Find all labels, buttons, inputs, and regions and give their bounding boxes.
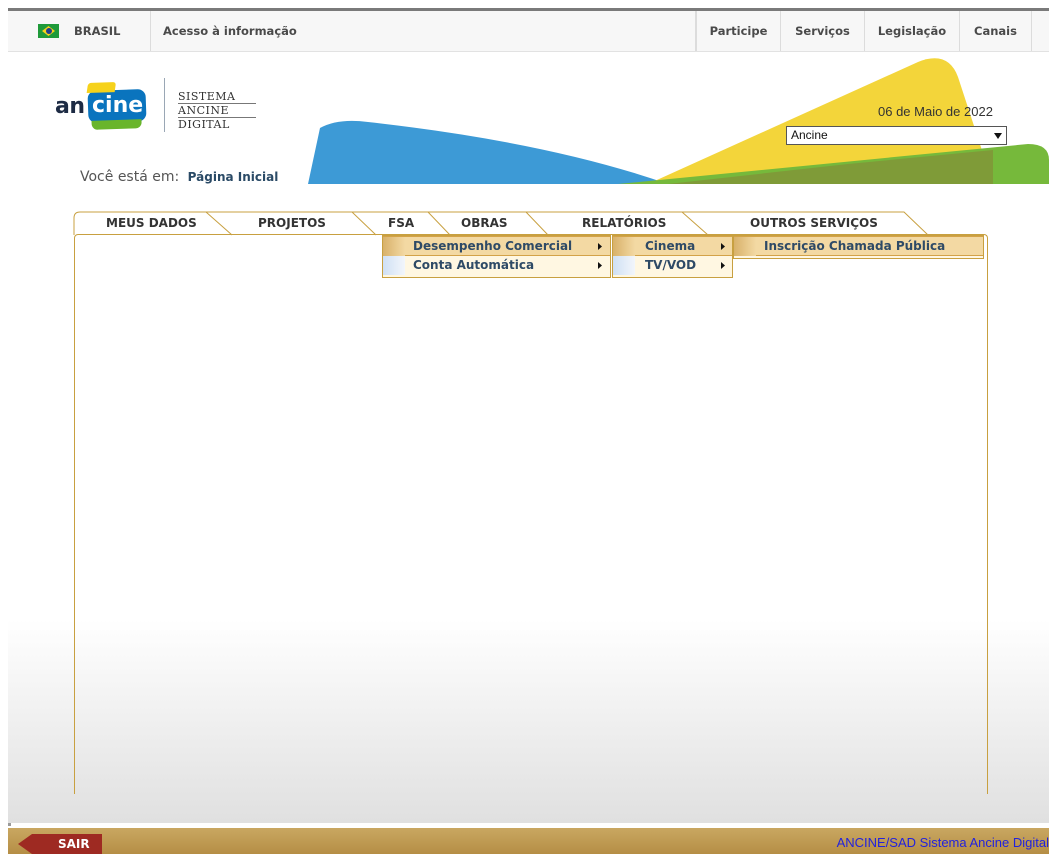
- menu-item-tv-vod[interactable]: TV/VOD: [613, 256, 732, 276]
- header: an cine SISTEMA ANCINE DIGITAL 06 de Mai…: [8, 52, 1049, 187]
- cinema-submenu: Inscrição Chamada Pública: [733, 235, 984, 259]
- canais-link[interactable]: Canais: [960, 11, 1032, 51]
- chevron-right-icon: [598, 262, 602, 269]
- menu-item-inscricao-chamada-publica[interactable]: Inscrição Chamada Pública: [734, 236, 983, 256]
- chevron-right-icon: [598, 243, 602, 250]
- breadcrumb: Você está em: Página Inicial: [80, 169, 278, 185]
- footer: SAIR ANCINE/SAD Sistema Ancine Digital: [8, 828, 1049, 854]
- header-blue-shape: [308, 120, 668, 184]
- participe-link[interactable]: Participe: [696, 11, 781, 51]
- logo-divider: [164, 78, 165, 132]
- ancine-logo[interactable]: an cine: [45, 76, 155, 136]
- menu-item-label: Conta Automática: [413, 258, 535, 272]
- menu-item-desempenho-comercial[interactable]: Desempenho Comercial: [383, 236, 610, 256]
- breadcrumb-prefix: Você está em:: [80, 169, 180, 185]
- tab-fsa[interactable]: FSA: [388, 216, 414, 230]
- sistema-line-2: ANCINE: [178, 104, 256, 118]
- tab-projetos[interactable]: PROJETOS: [258, 216, 326, 230]
- logo-an-text: an: [55, 94, 85, 119]
- content-frame: [74, 234, 988, 794]
- footer-credit: ANCINE/SAD Sistema Ancine Digital: [836, 835, 1049, 850]
- chevron-right-icon: [721, 262, 725, 269]
- brazil-flag-icon: [38, 24, 59, 38]
- tab-obras[interactable]: OBRAS: [461, 216, 508, 230]
- gov-brasil-label: BRASIL: [74, 24, 121, 38]
- menu-item-conta-automatica[interactable]: Conta Automática: [383, 256, 610, 276]
- logo-cine-text: cine: [92, 93, 144, 118]
- tab-relatorios[interactable]: RELATÓRIOS: [582, 216, 666, 230]
- sistema-ancine-digital: SISTEMA ANCINE DIGITAL: [178, 90, 256, 131]
- sair-button[interactable]: SAIR: [18, 834, 102, 854]
- menu-item-cinema[interactable]: Cinema: [613, 236, 732, 256]
- chevron-down-icon: [994, 133, 1002, 139]
- sistema-line-3: DIGITAL: [178, 118, 230, 131]
- breadcrumb-current[interactable]: Página Inicial: [188, 170, 279, 184]
- menu-item-label: Cinema: [645, 239, 696, 253]
- tab-meus-dados[interactable]: MEUS DADOS: [106, 216, 197, 230]
- chevron-right-icon: [721, 243, 725, 250]
- legislacao-link[interactable]: Legislação: [865, 11, 960, 51]
- menu-item-label: TV/VOD: [645, 258, 697, 272]
- organization-select[interactable]: Ancine: [786, 126, 1007, 145]
- menu-item-label: Desempenho Comercial: [413, 239, 573, 253]
- menu-item-label: Inscrição Chamada Pública: [764, 239, 946, 253]
- tab-outros-servicos[interactable]: OUTROS SERVIÇOS: [750, 216, 878, 230]
- gov-brasil-link[interactable]: BRASIL: [24, 11, 151, 51]
- gov-bar: BRASIL Acesso à informação Participe Ser…: [8, 11, 1049, 52]
- current-date: 06 de Maio de 2022: [878, 104, 993, 119]
- fsa-menu: Desempenho Comercial Conta Automática: [382, 235, 611, 278]
- acesso-informacao-link[interactable]: Acesso à informação: [151, 11, 696, 51]
- servicos-link[interactable]: Serviços: [781, 11, 865, 51]
- desempenho-submenu: Cinema TV/VOD: [612, 235, 733, 278]
- page: BRASIL Acesso à informação Participe Ser…: [8, 8, 1049, 854]
- organization-select-value: Ancine: [791, 128, 828, 142]
- sistema-line-1: SISTEMA: [178, 90, 256, 104]
